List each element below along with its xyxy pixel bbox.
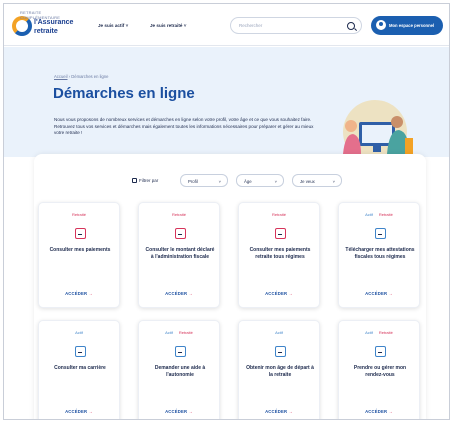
card-access-link[interactable]: ACCÉDER → xyxy=(39,409,119,414)
card-tag: Retraité xyxy=(178,330,193,335)
service-card[interactable]: Actif Retraité Prendre ou gérer mon rendez… xyxy=(338,320,420,419)
service-card[interactable]: Actif Retraité Télécharger mes attestation… xyxy=(338,202,420,308)
card-tags: Actif xyxy=(239,330,319,335)
card-tag: Actif xyxy=(365,330,373,335)
arrow-right-icon: → xyxy=(87,409,93,414)
filter-icon xyxy=(132,178,137,183)
filter-profile-select[interactable]: Profil ˅ xyxy=(180,174,228,187)
assurance-retraite-logo[interactable]: RETRAITE COMPLÉMENTAIRE l'Assurance retr… xyxy=(12,10,82,40)
card-title: Consulter ma carrière xyxy=(54,365,106,371)
card-access-label: ACCÉDER xyxy=(165,291,188,296)
service-card[interactable]: Retraité Consulter le montant déclaré à l… xyxy=(138,202,220,308)
card-tags: Retraité xyxy=(39,212,119,217)
arrow-right-icon: → xyxy=(287,291,293,296)
service-card[interactable]: Retraité Consulter mes paiements retraite… xyxy=(238,202,320,308)
chevron-down-icon: ˅ xyxy=(332,179,335,184)
card-access-link[interactable]: ACCÉDER → xyxy=(39,291,119,296)
card-tag: Actif xyxy=(165,330,173,335)
arrow-right-icon: → xyxy=(287,409,293,414)
breadcrumb-home-link[interactable]: Accueil xyxy=(54,74,68,79)
card-title: Télécharger mes attestations fiscales to… xyxy=(345,247,415,260)
filter-goal-select[interactable]: Je veux ˅ xyxy=(292,174,342,187)
logo-line2: retraite xyxy=(34,28,58,35)
card-tag: Actif xyxy=(365,212,373,217)
card-tag: Retraité xyxy=(271,212,286,217)
arrow-right-icon: → xyxy=(187,291,193,296)
document-icon xyxy=(75,228,86,239)
card-access-label: ACCÉDER xyxy=(65,291,88,296)
nav-actif-menu[interactable]: Je suis actif ˅ xyxy=(98,23,128,28)
filter-label-text: Filtrer par xyxy=(139,178,159,183)
card-access-label: ACCÉDER xyxy=(265,291,288,296)
tax-icon xyxy=(175,228,186,239)
search-icon[interactable] xyxy=(347,22,355,30)
card-title: Prendre ou gérer mon rendez-vous xyxy=(353,365,407,378)
card-tags: Actif Retraité xyxy=(139,330,219,335)
card-tag: Retraité xyxy=(171,212,186,217)
download-icon xyxy=(375,228,386,239)
card-tag: Actif xyxy=(275,330,283,335)
calendar-icon xyxy=(275,228,286,239)
card-access-label: ACCÉDER xyxy=(165,409,188,414)
card-tags: Retraité xyxy=(239,212,319,217)
search-input[interactable]: Rechercher xyxy=(230,17,362,34)
card-access-label: ACCÉDER xyxy=(65,409,88,414)
arrow-right-icon: → xyxy=(187,409,193,414)
card-access-link[interactable]: ACCÉDER → xyxy=(339,409,419,414)
card-tag: Retraité xyxy=(378,330,393,335)
nav-retraite-menu[interactable]: Je suis retraité ˅ xyxy=(150,23,186,28)
arrow-right-icon: → xyxy=(387,291,393,296)
card-tags: Retraité xyxy=(139,212,219,217)
card-access-link[interactable]: ACCÉDER → xyxy=(339,291,419,296)
breadcrumb-current: Démarches en ligne xyxy=(71,74,109,79)
request-icon xyxy=(175,346,186,357)
age-icon xyxy=(275,346,286,357)
card-tags: Actif Retraité xyxy=(339,212,419,217)
card-access-label: ACCÉDER xyxy=(265,409,288,414)
card-access-label: ACCÉDER xyxy=(365,291,388,296)
service-card[interactable]: Actif Consulter ma carrière ACCÉDER → xyxy=(38,320,120,419)
logo-line1: l'Assurance xyxy=(34,19,74,26)
user-icon xyxy=(376,20,386,30)
card-tag: Retraité xyxy=(378,212,393,217)
service-card[interactable]: Retraité Consulter mes paiements ACCÉDER → xyxy=(38,202,120,308)
page-title: Démarches en ligne xyxy=(53,85,195,102)
filter-age-value: Âge xyxy=(244,179,252,184)
browser-frame: RETRAITE COMPLÉMENTAIRE l'Assurance retr… xyxy=(3,3,450,420)
filter-profile-value: Profil xyxy=(188,179,198,184)
card-tags: Actif xyxy=(39,330,119,335)
site-header: RETRAITE COMPLÉMENTAIRE l'Assurance retr… xyxy=(4,4,449,46)
card-access-link[interactable]: ACCÉDER → xyxy=(139,291,219,296)
personal-space-button[interactable]: Mon espace personnel xyxy=(371,16,443,35)
filter-label: Filtrer par xyxy=(132,178,158,183)
page-description: Nous vous proposons de nombreux services… xyxy=(54,117,314,136)
filter-goal-value: Je veux xyxy=(300,179,315,184)
card-title: Consulter le montant déclaré à l'adminis… xyxy=(145,247,215,260)
card-access-link[interactable]: ACCÉDER → xyxy=(239,291,319,296)
card-title: Demander une aide à l'autonomie xyxy=(154,365,206,378)
career-icon xyxy=(75,346,86,357)
card-tag: Actif xyxy=(75,330,83,335)
card-access-label: ACCÉDER xyxy=(365,409,388,414)
hero-banner: Accueil › Démarches en ligne Démarches e… xyxy=(4,47,449,173)
arrow-right-icon: → xyxy=(387,409,393,414)
card-title: Consulter mes paiements retraite tous ré… xyxy=(249,247,311,260)
personal-space-label: Mon espace personnel xyxy=(389,23,435,28)
chevron-down-icon: ˅ xyxy=(274,179,277,184)
card-tags: Actif Retraité xyxy=(339,330,419,335)
search-placeholder: Rechercher xyxy=(239,23,263,28)
service-card[interactable]: Actif Obtenir mon âge de départ à la retr… xyxy=(238,320,320,419)
card-title: Consulter mes paiements xyxy=(49,247,111,253)
card-access-link[interactable]: ACCÉDER → xyxy=(139,409,219,414)
chevron-down-icon: ˅ xyxy=(218,179,221,184)
id-card-icon xyxy=(375,346,386,357)
filter-age-select[interactable]: Âge ˅ xyxy=(236,174,284,187)
card-title: Obtenir mon âge de départ à la retraite xyxy=(246,365,314,378)
card-tag: Retraité xyxy=(71,212,86,217)
breadcrumb: Accueil › Démarches en ligne xyxy=(54,74,108,79)
card-access-link[interactable]: ACCÉDER → xyxy=(239,409,319,414)
arrow-right-icon: → xyxy=(87,291,93,296)
service-card[interactable]: Actif Retraité Demander une aide à l'auton… xyxy=(138,320,220,419)
services-panel: Filtrer par Profil ˅ Âge ˅ Je veux ˅ Retrai… xyxy=(34,154,426,419)
